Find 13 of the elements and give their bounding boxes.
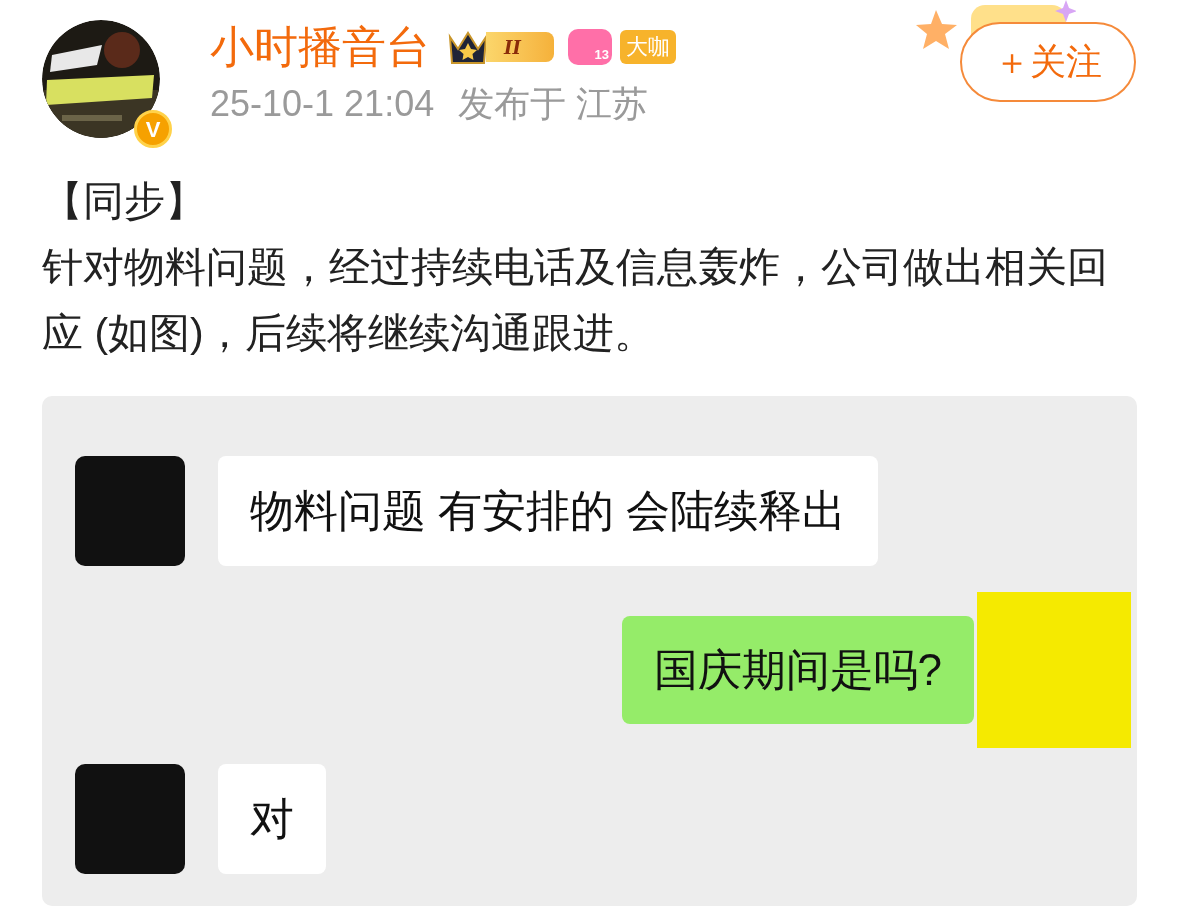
chat-bubble: 物料问题 有安排的 会陆续释出 — [218, 456, 879, 566]
follow-button[interactable]: ＋关注 — [960, 22, 1136, 102]
tag: 大咖 — [620, 30, 676, 64]
chat-bubble: 国庆期间是吗? — [621, 616, 974, 724]
post-title: 【同步】 — [42, 177, 207, 226]
post-location: 发布于 江苏 — [458, 84, 649, 124]
post-time: 25-10-1 21:04 — [210, 84, 435, 124]
post-body: 针对物料问题，经过持续电话及信息轰炸，公司做出相关回应 (如图)，后续将继续沟通跟进。 — [42, 243, 1109, 358]
level-badge: II — [446, 27, 554, 67]
username[interactable]: 小时播音台 — [210, 22, 430, 72]
chat-bubble: 对 — [218, 764, 326, 874]
verified-badge: V — [134, 110, 172, 148]
fan-badge: 13 — [568, 29, 612, 65]
